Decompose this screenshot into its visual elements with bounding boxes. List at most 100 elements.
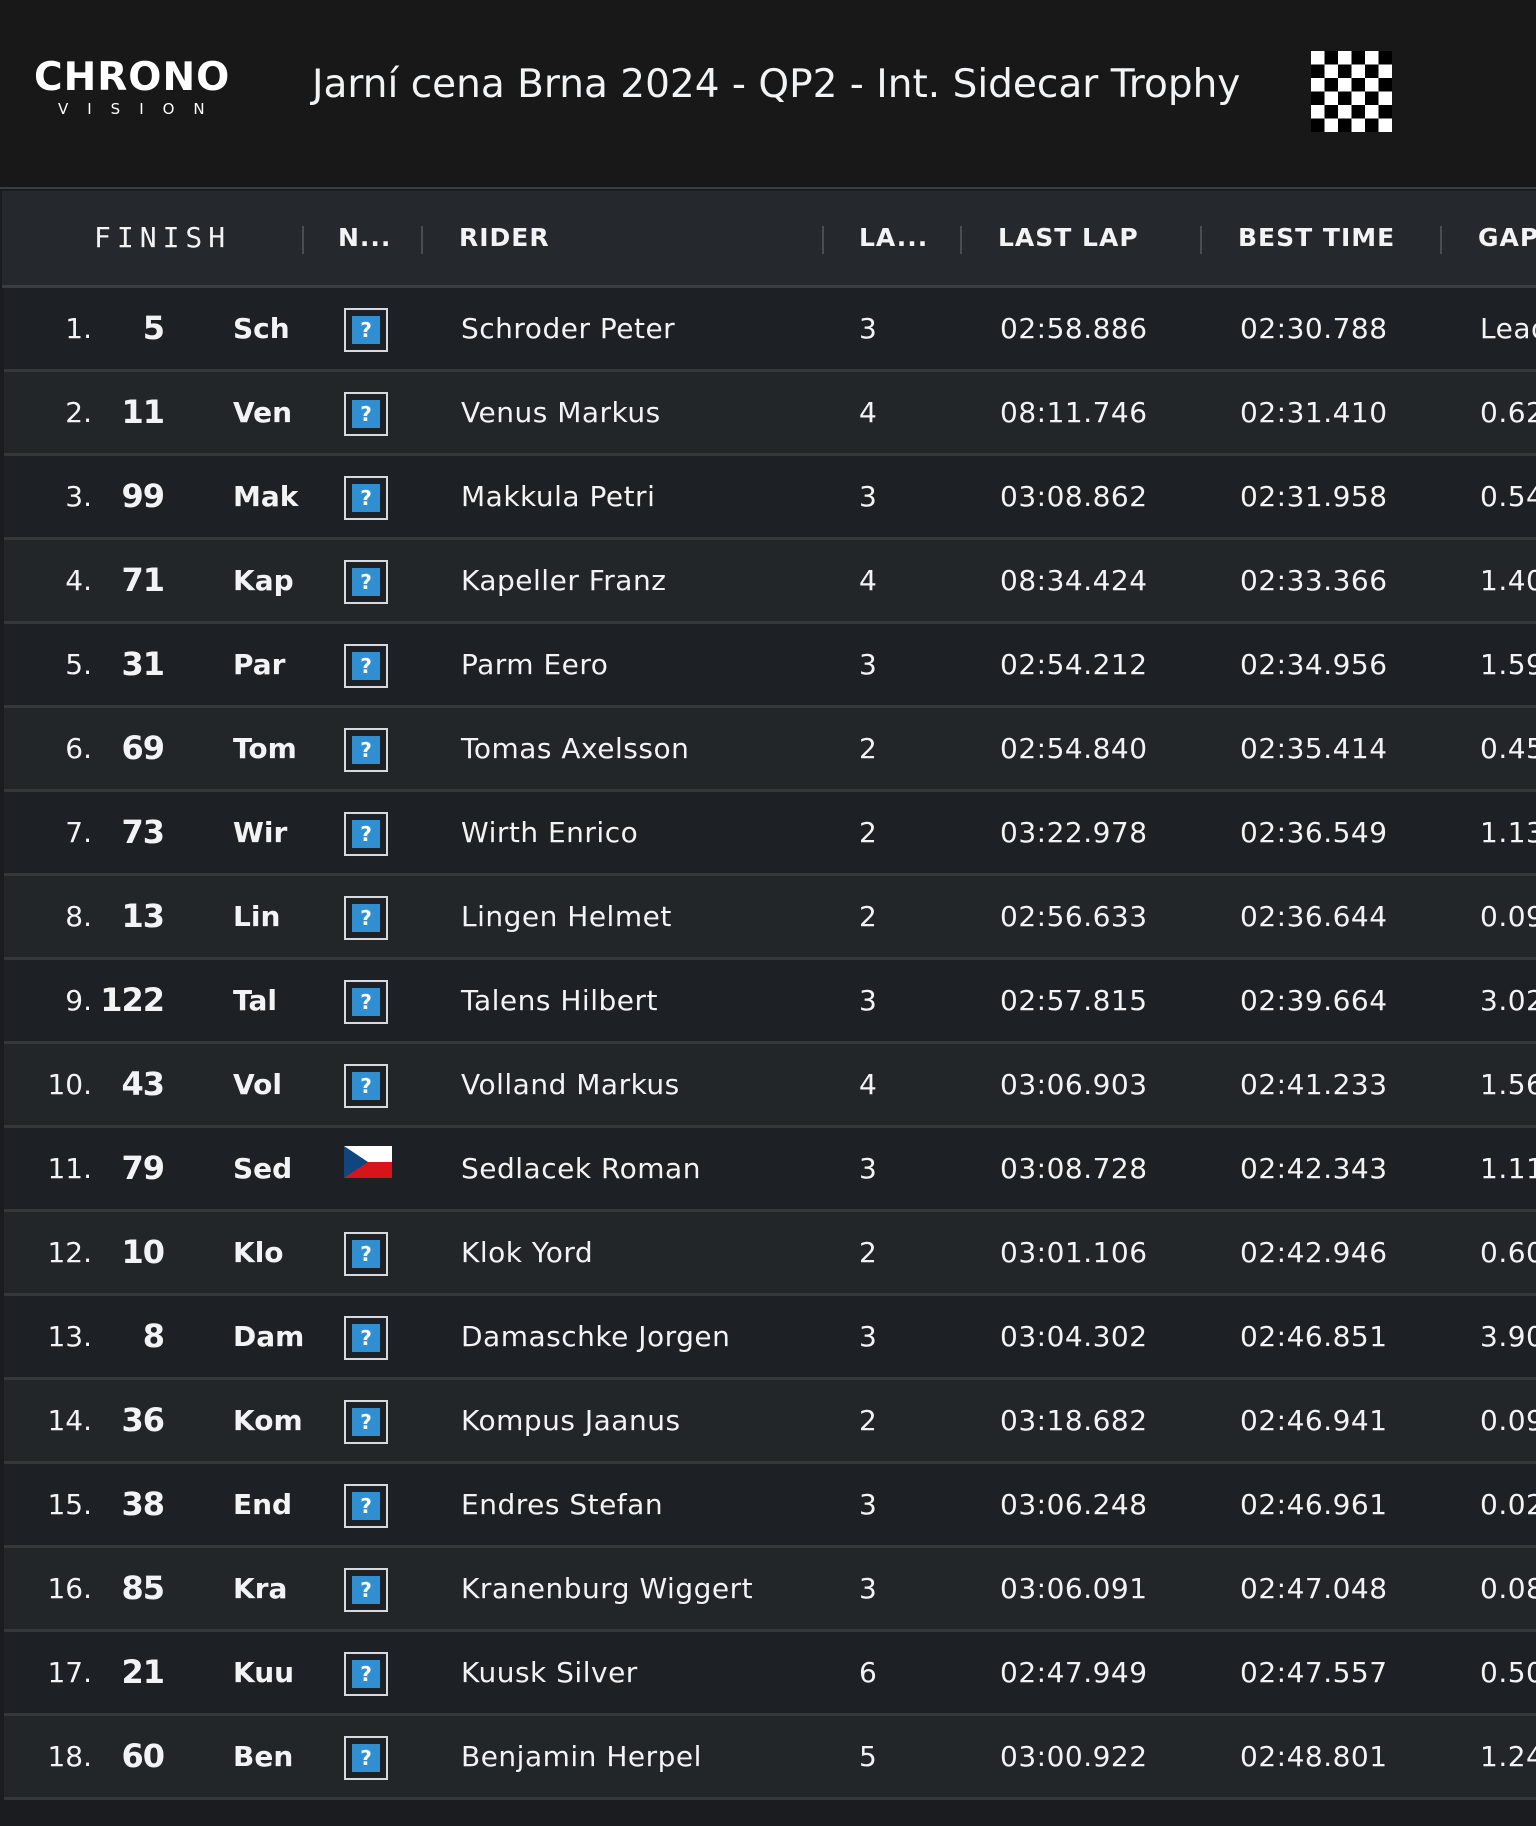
column-header-rider[interactable]: RIDER	[459, 191, 550, 285]
column-header-laps[interactable]: LA...	[859, 191, 928, 285]
logo-sub-text: VISION	[58, 100, 224, 118]
rider-name: Kranenburg Wiggert	[461, 1572, 754, 1605]
last-lap-time: 03:08.728	[1000, 1152, 1148, 1185]
rider-abbreviation: Klo	[233, 1236, 284, 1269]
column-separator[interactable]	[1200, 226, 1202, 254]
question-mark-icon: ?	[352, 1072, 380, 1100]
rider-abbreviation: End	[233, 1488, 293, 1521]
unknown-flag-icon: ?	[344, 812, 388, 856]
table-row[interactable]: 17. 21 Kuu Kuusk Silver 6 02:47.949 02:47.557 0…	[4, 1632, 1536, 1716]
rider-name: Parm Eero	[461, 648, 609, 681]
column-header-finish[interactable]: FINISH	[94, 191, 231, 285]
gap-value: 0.09	[1480, 1404, 1536, 1437]
rider-abbreviation: Lin	[233, 900, 281, 933]
last-lap-time: 02:57.815	[1000, 984, 1148, 1017]
column-separator[interactable]	[302, 226, 304, 254]
table-row[interactable]: 7. 73 Wir Wirth Enrico 2 03:22.978 02:36.549 1.…	[4, 792, 1536, 876]
rider-name: Damaschke Jorgen	[461, 1320, 731, 1353]
laps-count: 3	[859, 648, 878, 681]
unknown-flag-icon: ?	[344, 1652, 388, 1696]
position-cell: 7.	[65, 816, 92, 849]
rider-abbreviation: Tom	[233, 732, 297, 765]
last-lap-time: 03:00.922	[1000, 1740, 1148, 1773]
best-lap-time: 02:33.366	[1240, 564, 1388, 597]
laps-count: 2	[859, 816, 878, 849]
last-lap-time: 03:22.978	[1000, 816, 1148, 849]
column-separator[interactable]	[1440, 226, 1442, 254]
best-lap-time: 02:46.961	[1240, 1488, 1388, 1521]
logo-main-text: CHRONO	[34, 55, 231, 100]
rider-name: Wirth Enrico	[461, 816, 639, 849]
laps-count: 4	[859, 1068, 878, 1101]
laps-count: 3	[859, 312, 878, 345]
table-row[interactable]: 10. 43 Vol Volland Markus 4 03:06.903 02:41.23…	[4, 1044, 1536, 1128]
column-header-nation[interactable]: N...	[338, 191, 391, 285]
best-lap-time: 02:34.956	[1240, 648, 1388, 681]
question-mark-icon: ?	[352, 400, 380, 428]
best-lap-time: 02:35.414	[1240, 732, 1388, 765]
position-cell: 5.	[65, 648, 92, 681]
rider-number: 21	[121, 1653, 165, 1691]
table-row[interactable]: 4. 71 Kap Kapeller Franz 4 08:34.424 02:33.366…	[4, 540, 1536, 624]
rider-number: 10	[121, 1233, 165, 1271]
best-lap-time: 02:42.343	[1240, 1152, 1388, 1185]
table-row[interactable]: 1. 5 Sch Schroder Peter 3 02:58.886 02:30.788 L…	[4, 288, 1536, 372]
best-lap-time: 02:31.958	[1240, 480, 1388, 513]
gap-value: 0.50	[1480, 1656, 1536, 1689]
rider-number: 36	[121, 1401, 165, 1439]
column-header-last-lap[interactable]: LAST LAP	[998, 191, 1139, 285]
rider-number: 60	[121, 1737, 165, 1775]
column-header-gap[interactable]: GAP	[1478, 191, 1536, 285]
table-row[interactable]: 2. 11 Ven Venus Markus 4 08:11.746 02:31.410 0.…	[4, 372, 1536, 456]
czech-flag-icon	[344, 1146, 392, 1178]
best-lap-time: 02:41.233	[1240, 1068, 1388, 1101]
top-bar: CHRONO VISION Jarní cena Brna 2024 - QP2…	[0, 0, 1536, 187]
position-cell: 1.	[65, 312, 92, 345]
position-cell: 9.	[65, 984, 92, 1017]
column-header-best-time[interactable]: BEST TIME	[1238, 191, 1395, 285]
best-lap-time: 02:36.549	[1240, 816, 1388, 849]
table-row[interactable]: 3. 99 Mak Makkula Petri 3 03:08.862 02:31.958 0…	[4, 456, 1536, 540]
table-row[interactable]: 6. 69 Tom Tomas Axelsson 2 02:54.840 02:35.414…	[4, 708, 1536, 792]
gap-value: 3.02	[1480, 984, 1536, 1017]
rider-number: 69	[121, 729, 165, 767]
best-lap-time: 02:42.946	[1240, 1236, 1388, 1269]
rider-number: 85	[121, 1569, 165, 1607]
table-row[interactable]: 15. 38 End Endres Stefan 3 03:06.248 02:46.961…	[4, 1464, 1536, 1548]
rider-abbreviation: Kra	[233, 1572, 288, 1605]
column-separator[interactable]	[822, 226, 824, 254]
best-lap-time: 02:31.410	[1240, 396, 1388, 429]
table-row[interactable]: 18. 60 Ben Benjamin Herpel 5 03:00.922 02:48.8…	[4, 1716, 1536, 1800]
rider-name: Kapeller Franz	[461, 564, 667, 597]
rider-number: 11	[121, 393, 165, 431]
column-separator[interactable]	[421, 226, 423, 254]
rider-number: 99	[121, 477, 165, 515]
table-row[interactable]: 8. 13 Lin Lingen Helmet 2 02:56.633 02:36.644 0…	[4, 876, 1536, 960]
table-row[interactable]: 9. 122 Tal Talens Hilbert 3 02:57.815 02:39.66…	[4, 960, 1536, 1044]
laps-count: 3	[859, 1488, 878, 1521]
table-row[interactable]: 11. 79 Sed Sedlacek Roman 3 03:08.728 02:42.34…	[4, 1128, 1536, 1212]
gap-value: 0.60	[1480, 1236, 1536, 1269]
last-lap-time: 03:06.248	[1000, 1488, 1148, 1521]
question-mark-icon: ?	[352, 652, 380, 680]
table-row[interactable]: 16. 85 Kra Kranenburg Wiggert 3 03:06.091 02:4…	[4, 1548, 1536, 1632]
rider-number: 5	[142, 309, 165, 347]
table-row[interactable]: 14. 36 Kom Kompus Jaanus 2 03:18.682 02:46.941…	[4, 1380, 1536, 1464]
table-row[interactable]: 12. 10 Klo Klok Yord 2 03:01.106 02:42.946 0.60…	[4, 1212, 1536, 1296]
column-separator[interactable]	[960, 226, 962, 254]
rider-name: Lingen Helmet	[461, 900, 672, 933]
best-lap-time: 02:36.644	[1240, 900, 1388, 933]
table-row[interactable]: 5. 31 Par Parm Eero 3 02:54.212 02:34.956 1.59?	[4, 624, 1536, 708]
question-mark-icon: ?	[352, 1408, 380, 1436]
laps-count: 2	[859, 732, 878, 765]
table-row[interactable]: 13. 8 Dam Damaschke Jorgen 3 03:04.302 02:46.8…	[4, 1296, 1536, 1380]
unknown-flag-icon: ?	[344, 1484, 388, 1528]
question-mark-icon: ?	[352, 820, 380, 848]
question-mark-icon: ?	[352, 568, 380, 596]
rider-name: Volland Markus	[461, 1068, 680, 1101]
unknown-flag-icon: ?	[344, 1064, 388, 1108]
question-mark-icon: ?	[352, 736, 380, 764]
position-cell: 12.	[47, 1236, 92, 1269]
rider-abbreviation: Kom	[233, 1404, 303, 1437]
last-lap-time: 08:34.424	[1000, 564, 1148, 597]
